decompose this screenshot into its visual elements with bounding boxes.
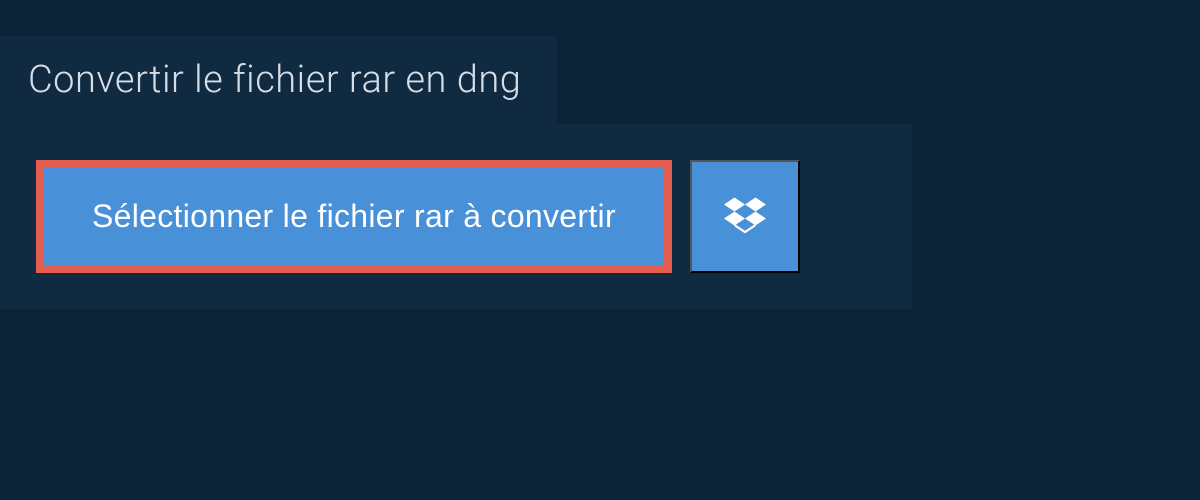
dropbox-icon (724, 194, 766, 239)
dropbox-button[interactable] (690, 160, 800, 273)
select-file-button[interactable]: Sélectionner le fichier rar à convertir (36, 160, 672, 273)
button-row: Sélectionner le fichier rar à convertir (36, 160, 876, 273)
select-file-label: Sélectionner le fichier rar à convertir (92, 198, 616, 235)
header-bar: Convertir le fichier rar en dng (0, 36, 557, 124)
page-title: Convertir le fichier rar en dng (28, 58, 521, 102)
main-panel: Sélectionner le fichier rar à convertir (0, 124, 912, 309)
